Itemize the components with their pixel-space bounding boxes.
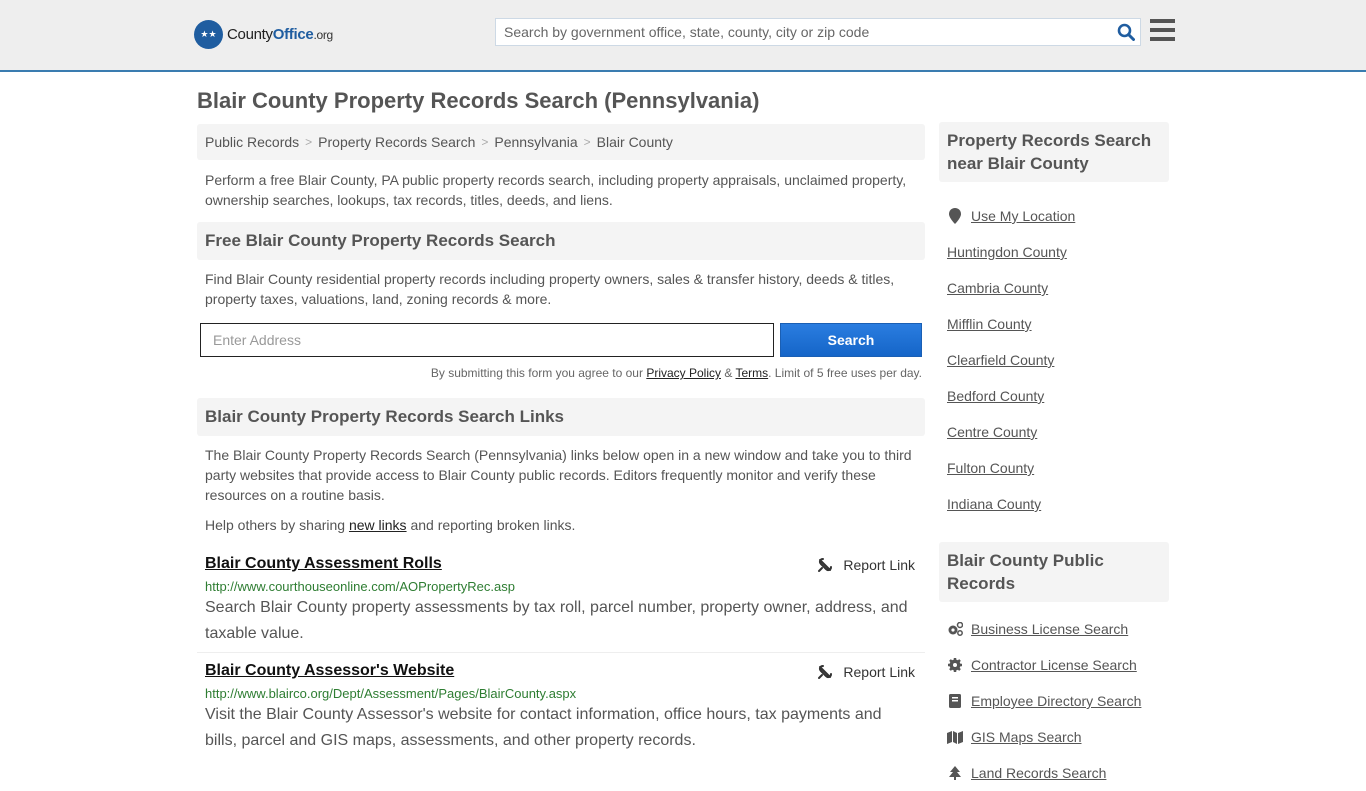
- breadcrumb-separator: >: [481, 135, 489, 149]
- use-my-location-link[interactable]: Use My Location: [971, 208, 1075, 224]
- nearby-county-item: Fulton County: [947, 450, 1161, 486]
- top-header: ★★ CountyOffice.org: [0, 0, 1366, 72]
- nearby-county-item: Cambria County: [947, 270, 1161, 306]
- gears-icon: [947, 622, 963, 636]
- resource-link-url: http://www.blairco.org/Dept/Assessment/P…: [205, 686, 577, 701]
- nearby-county-link[interactable]: Indiana County: [947, 496, 1041, 512]
- logo-text-org: .org: [313, 28, 333, 42]
- public-record-link[interactable]: Employee Directory Search: [971, 693, 1141, 709]
- resource-link-title[interactable]: Blair County Assessor's Website: [205, 662, 917, 680]
- form-disclaimer: By submitting this form you agree to our…: [197, 366, 925, 380]
- public-records-list: Business License Search Contractor Licen…: [939, 602, 1169, 791]
- nearby-county-item: Clearfield County: [947, 342, 1161, 378]
- search-icon[interactable]: [1112, 18, 1140, 46]
- nearby-county-item: Mifflin County: [947, 306, 1161, 342]
- nearby-county-link[interactable]: Fulton County: [947, 460, 1034, 476]
- public-record-item: GIS Maps Search: [947, 719, 1161, 755]
- public-record-item: Employee Directory Search: [947, 683, 1161, 719]
- nearby-county-link[interactable]: Bedford County: [947, 388, 1044, 404]
- nearby-county-link[interactable]: Mifflin County: [947, 316, 1032, 332]
- address-input[interactable]: [200, 323, 774, 357]
- nearby-county-link[interactable]: Clearfield County: [947, 352, 1054, 368]
- privacy-policy-link[interactable]: Privacy Policy: [646, 366, 721, 380]
- nearby-county-item: Huntingdon County: [947, 234, 1161, 270]
- disclaimer-amp: &: [721, 366, 736, 380]
- public-record-link[interactable]: Contractor License Search: [971, 657, 1137, 673]
- breadcrumb: Public Records > Property Records Search >…: [197, 124, 925, 160]
- eagle-logo-icon: ★★: [194, 20, 223, 49]
- nearby-list: Use My Location Huntingdon County Cambri…: [939, 182, 1169, 522]
- nearby-county-item: Centre County: [947, 414, 1161, 450]
- book-icon: [947, 694, 963, 708]
- links-section-heading: Blair County Property Records Search Lin…: [197, 398, 925, 436]
- report-link-label: Report Link: [843, 557, 915, 573]
- public-record-link[interactable]: GIS Maps Search: [971, 729, 1082, 745]
- nearby-county-link[interactable]: Huntingdon County: [947, 244, 1067, 260]
- terms-link[interactable]: Terms: [735, 366, 768, 380]
- logo-text-office: Office: [272, 26, 314, 43]
- public-record-item: Contractor License Search: [947, 647, 1161, 683]
- page-title: Blair County Property Records Search (Pe…: [197, 88, 760, 113]
- resource-link-item: Blair County Assessor's Website Report L…: [197, 662, 925, 754]
- public-record-link[interactable]: Business License Search: [971, 621, 1128, 637]
- help-text: Help others by sharing new links and rep…: [197, 515, 925, 535]
- breadcrumb-separator: >: [305, 135, 313, 149]
- nearby-county-item: Indiana County: [947, 486, 1161, 522]
- breadcrumb-item[interactable]: Pennsylvania: [494, 134, 577, 150]
- nearby-county-item: Bedford County: [947, 378, 1161, 414]
- public-records-heading: Blair County Public Records: [939, 542, 1169, 602]
- report-link-button[interactable]: Report Link: [817, 664, 915, 680]
- public-record-link[interactable]: Land Records Search: [971, 765, 1106, 781]
- hamburger-menu-icon[interactable]: [1150, 19, 1175, 46]
- free-search-text: Find Blair County residential property r…: [205, 271, 895, 307]
- free-search-heading: Free Blair County Property Records Searc…: [197, 222, 925, 260]
- report-link-label: Report Link: [843, 664, 915, 680]
- disclaimer-text: By submitting this form you agree to our: [430, 366, 647, 380]
- resource-link-url: http://www.courthouseonline.com/AOProper…: [205, 579, 515, 594]
- map-marker-icon: [947, 208, 963, 224]
- resource-link-description: Search Blair County property assessments…: [205, 599, 908, 642]
- intro-text: Perform a free Blair County, PA public p…: [205, 172, 907, 208]
- use-location-item: Use My Location: [947, 198, 1161, 234]
- new-links-link[interactable]: new links: [349, 517, 407, 533]
- breadcrumb-separator: >: [583, 135, 591, 149]
- report-link-button[interactable]: Report Link: [817, 557, 915, 573]
- public-record-item: Land Records Search: [947, 755, 1161, 791]
- disclaimer-limit-text: . Limit of 5 free uses per day.: [768, 366, 922, 380]
- nearby-heading: Property Records Search near Blair Count…: [939, 122, 1169, 182]
- help-text-pre: Help others by sharing: [205, 517, 349, 533]
- broken-link-icon: [818, 665, 833, 679]
- address-search-button[interactable]: Search: [780, 323, 922, 357]
- public-record-item: Business License Search: [947, 611, 1161, 647]
- map-icon: [947, 730, 963, 744]
- logo-text-county: County: [227, 26, 273, 43]
- resource-link-description: Visit the Blair County Assessor's websit…: [205, 706, 882, 749]
- address-search-form: Search: [197, 323, 925, 357]
- help-text-post: and reporting broken links.: [406, 517, 576, 533]
- breadcrumb-item[interactable]: Public Records: [205, 134, 299, 150]
- site-logo[interactable]: ★★ CountyOffice.org: [194, 20, 333, 49]
- broken-link-icon: [818, 558, 833, 572]
- breadcrumb-item[interactable]: Blair County: [597, 134, 673, 150]
- global-search-bar: [495, 18, 1141, 46]
- links-section-text: The Blair County Property Records Search…: [205, 447, 912, 503]
- resource-link-title[interactable]: Blair County Assessment Rolls: [205, 555, 917, 573]
- main-content: Public Records > Property Records Search >…: [197, 124, 925, 754]
- tree-icon: [947, 766, 963, 780]
- sidebar: Property Records Search near Blair Count…: [939, 122, 1169, 791]
- nearby-county-link[interactable]: Centre County: [947, 424, 1037, 440]
- gear-icon: [947, 658, 963, 672]
- global-search-input[interactable]: [496, 19, 1112, 45]
- breadcrumb-item[interactable]: Property Records Search: [318, 134, 475, 150]
- resource-link-item: Blair County Assessment Rolls Report Lin…: [197, 555, 925, 653]
- nearby-county-link[interactable]: Cambria County: [947, 280, 1048, 296]
